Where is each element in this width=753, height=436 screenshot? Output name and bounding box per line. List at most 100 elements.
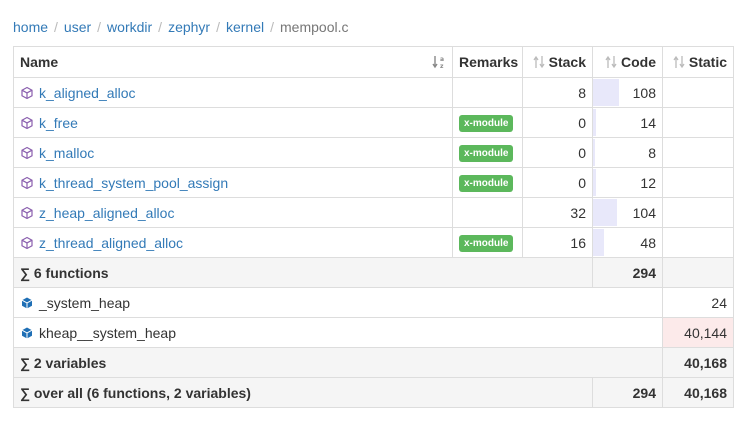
- static-cell: [662, 137, 734, 168]
- function-link[interactable]: k_malloc: [39, 145, 94, 161]
- header-remarks-label: Remarks: [459, 54, 519, 70]
- code-bar: [593, 229, 605, 256]
- remark-cell: x-module: [452, 137, 523, 168]
- functions-summary-row: ∑ 6 functions 294: [13, 257, 734, 288]
- function-cube-icon: [20, 116, 34, 130]
- function-link[interactable]: z_thread_aligned_alloc: [39, 235, 183, 251]
- static-cell: [662, 107, 734, 138]
- table-row: kheap__system_heap 40,144: [13, 317, 734, 348]
- function-cube-icon: [20, 176, 34, 190]
- x-module-badge: x-module: [459, 115, 514, 132]
- remark-cell: [452, 197, 523, 228]
- sigma-icon: ∑: [20, 354, 30, 371]
- svg-text:z: z: [440, 63, 444, 70]
- header-name[interactable]: Name az: [13, 46, 453, 78]
- breadcrumb-user[interactable]: user: [64, 19, 91, 35]
- header-name-label: Name: [20, 54, 59, 70]
- functions-summary-label: 6 functions: [33, 264, 109, 281]
- function-cube-icon: [20, 236, 34, 250]
- table-row: k_malloc x-module 0 8: [13, 137, 734, 168]
- overall-summary-label-cell: ∑ over all (6 functions, 2 variables): [13, 377, 593, 408]
- remark-cell: x-module: [452, 107, 523, 138]
- header-static-label: Static: [688, 54, 727, 70]
- table-row: k_thread_system_pool_assign x-module 0 1…: [13, 167, 734, 198]
- table-row: z_thread_aligned_alloc x-module 16 48: [13, 227, 734, 258]
- table-row: k_aligned_alloc 8 108: [13, 77, 734, 108]
- variables-summary-static: 40,168: [662, 347, 734, 378]
- x-module-badge: x-module: [459, 145, 514, 162]
- variable-cube-icon: [20, 296, 34, 310]
- code-cell: 48: [592, 227, 663, 258]
- code-bar: [593, 139, 596, 166]
- function-link[interactable]: k_aligned_alloc: [39, 85, 136, 101]
- static-cell: [662, 227, 734, 258]
- function-link[interactable]: z_heap_aligned_alloc: [39, 205, 174, 221]
- table-row: z_heap_aligned_alloc 32 104: [13, 197, 734, 228]
- breadcrumb: home / user / workdir / zephyr / kernel / mempool.…: [13, 19, 349, 35]
- code-bar: [593, 109, 597, 136]
- functions-summary-static: [662, 257, 734, 288]
- code-value: 12: [640, 174, 656, 191]
- x-module-badge: x-module: [459, 235, 514, 252]
- code-cell: 104: [592, 197, 663, 228]
- x-module-badge: x-module: [459, 175, 514, 192]
- code-cell: 108: [592, 77, 663, 108]
- breadcrumb-workdir[interactable]: workdir: [107, 19, 152, 35]
- overall-summary-static: 40,168: [662, 377, 734, 408]
- functions-summary-code: 294: [592, 257, 663, 288]
- function-link[interactable]: k_free: [39, 115, 78, 131]
- header-stack[interactable]: Stack: [522, 46, 593, 78]
- breadcrumb-zephyr[interactable]: zephyr: [168, 19, 210, 35]
- sort-icon[interactable]: [672, 54, 686, 70]
- overall-summary-code: 294: [592, 377, 663, 408]
- remark-cell: [452, 77, 523, 108]
- overall-summary-label: over all (6 functions, 2 variables): [33, 384, 251, 401]
- sort-icon[interactable]: [532, 54, 546, 70]
- table-row: k_free x-module 0 14: [13, 107, 734, 138]
- function-cube-icon: [20, 86, 34, 100]
- breadcrumb-current: mempool.c: [280, 19, 349, 35]
- table-row: _system_heap 24: [13, 287, 734, 318]
- code-value: 14: [640, 114, 656, 131]
- function-name-cell: k_thread_system_pool_assign: [13, 167, 453, 198]
- breadcrumb-home[interactable]: home: [13, 19, 48, 35]
- code-bar: [593, 199, 618, 226]
- static-cell: 24: [662, 287, 734, 318]
- stack-cell: 0: [522, 167, 593, 198]
- function-link[interactable]: k_thread_system_pool_assign: [39, 175, 228, 191]
- function-name-cell: k_aligned_alloc: [13, 77, 453, 108]
- variables-summary-label: 2 variables: [33, 354, 107, 371]
- header-code-label: Code: [621, 54, 656, 70]
- symbol-table: Name az Remarks Stack Code Static k_alig…: [13, 46, 734, 408]
- svg-text:a: a: [440, 56, 444, 63]
- static-cell: [662, 197, 734, 228]
- header-static[interactable]: Static: [662, 46, 734, 78]
- sort-alpha-desc-icon[interactable]: az: [432, 54, 446, 70]
- static-cell: [662, 167, 734, 198]
- sort-icon[interactable]: [604, 54, 618, 70]
- code-cell: 8: [592, 137, 663, 168]
- header-code[interactable]: Code: [592, 46, 663, 78]
- stack-cell: 0: [522, 137, 593, 168]
- variable-name: kheap__system_heap: [39, 324, 176, 341]
- code-value: 104: [632, 204, 656, 221]
- remark-cell: x-module: [452, 227, 523, 258]
- header-stack-label: Stack: [548, 54, 586, 70]
- code-value: 48: [640, 234, 656, 251]
- breadcrumb-kernel[interactable]: kernel: [226, 19, 264, 35]
- variable-name-cell: kheap__system_heap: [13, 317, 663, 348]
- variable-name-cell: _system_heap: [13, 287, 663, 318]
- function-name-cell: z_thread_aligned_alloc: [13, 227, 453, 258]
- overall-summary-row: ∑ over all (6 functions, 2 variables) 29…: [13, 377, 734, 408]
- variables-summary-row: ∑ 2 variables 40,168: [13, 347, 734, 378]
- static-cell: 40,144: [662, 317, 734, 348]
- variable-cube-icon: [20, 326, 34, 340]
- function-name-cell: k_malloc: [13, 137, 453, 168]
- function-name-cell: k_free: [13, 107, 453, 138]
- remark-cell: x-module: [452, 167, 523, 198]
- sigma-icon: ∑: [20, 264, 30, 281]
- function-cube-icon: [20, 206, 34, 220]
- code-bar: [593, 79, 619, 106]
- code-cell: 12: [592, 167, 663, 198]
- function-name-cell: z_heap_aligned_alloc: [13, 197, 453, 228]
